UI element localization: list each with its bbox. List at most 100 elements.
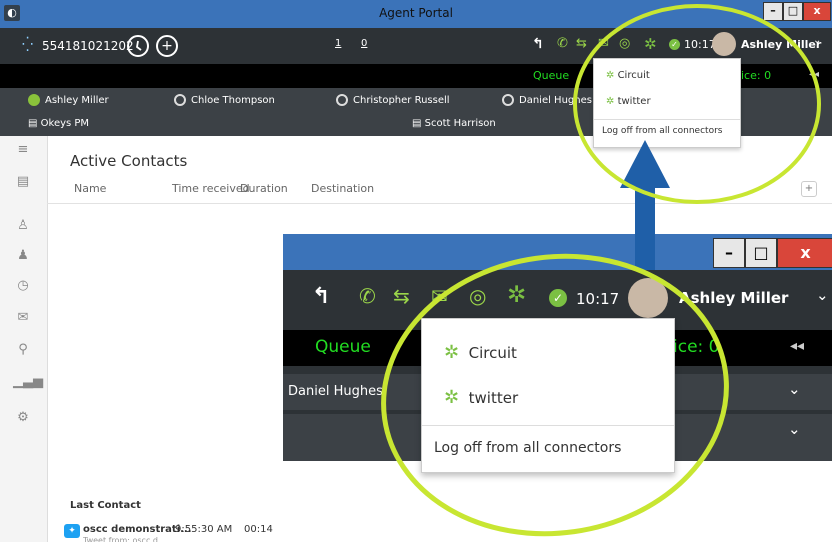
connector-icon: ✲ bbox=[444, 387, 460, 408]
last-contact-duration: 00:14 bbox=[244, 524, 273, 535]
clock-icon[interactable]: ◷ bbox=[13, 278, 33, 298]
contact-card-icon: ▤ bbox=[412, 118, 425, 129]
chat-icon[interactable]: ◎ bbox=[619, 36, 630, 51]
mail-icon[interactable]: ✉ bbox=[13, 310, 33, 330]
agent-ashley-miller[interactable]: Ashley Miller bbox=[28, 94, 109, 106]
avatar[interactable] bbox=[712, 32, 736, 56]
queue-label: Queue bbox=[533, 69, 570, 82]
counter-a: 1 bbox=[335, 38, 342, 49]
callout-arrow bbox=[620, 140, 670, 270]
agent-name: Chloe Thompson bbox=[191, 95, 275, 106]
group-name: Scott Harrison bbox=[424, 118, 496, 129]
connector-icon: ✲ bbox=[444, 342, 460, 363]
status-available-icon bbox=[28, 94, 40, 106]
sidebar: ≡ ▤ ♙ ♟ ◷ ✉ ⚲ ▁▃▅ ⚙ bbox=[0, 136, 48, 542]
stats-icon[interactable]: ▁▃▅ bbox=[13, 374, 43, 394]
zoom-connectors-icon: ✲ bbox=[507, 282, 527, 308]
twitter-icon: ✦ bbox=[64, 524, 80, 538]
add-icon[interactable]: + bbox=[156, 35, 178, 57]
column-time-received[interactable]: Time received bbox=[172, 182, 250, 195]
transfer-icon[interactable]: ⇆ bbox=[576, 36, 587, 51]
call-forward-icon[interactable]: ↰ bbox=[532, 36, 544, 52]
zoom-queue-label: Queue bbox=[315, 337, 371, 357]
group-okeys-pm[interactable]: ▤ Okeys PM bbox=[28, 118, 89, 129]
add-contact-button[interactable]: + bbox=[801, 181, 817, 197]
zoom-mail-icon: ✉ bbox=[431, 284, 448, 308]
zoom-chat-icon: ◎ bbox=[469, 284, 487, 308]
zoom-agent-name: Daniel Hughes bbox=[288, 384, 383, 399]
settings-icon[interactable]: ⚙ bbox=[13, 410, 33, 430]
zoom-rewind-icon: ◂◂ bbox=[790, 338, 805, 354]
zoom-connector-item-circuit: ✲ Circuit bbox=[444, 342, 517, 363]
window-title: Agent Portal bbox=[379, 6, 453, 20]
connector-item-twitter[interactable]: ✲ twitter bbox=[606, 96, 651, 107]
zoom-close-button: x bbox=[777, 238, 832, 268]
zoom-minimize-button: – bbox=[713, 238, 745, 268]
connectors-icon[interactable]: ✲ bbox=[644, 35, 657, 53]
phone-number: 554181021202 bbox=[42, 39, 134, 53]
group-scott-harrison[interactable]: ▤ Scott Harrison bbox=[412, 118, 496, 129]
zoom-voice-counter: ice: 0 bbox=[673, 337, 720, 357]
maximize-button[interactable]: □ bbox=[783, 2, 803, 21]
zoom-call-forward-icon: ↰ bbox=[312, 284, 331, 309]
agent-daniel-hughes[interactable]: Daniel Hughes bbox=[502, 94, 592, 106]
user-name[interactable]: Ashley Miller bbox=[741, 38, 821, 51]
user-icon[interactable]: ♙ bbox=[13, 218, 33, 238]
connector-label: twitter bbox=[468, 389, 519, 407]
contact-card-icon: ▤ bbox=[28, 118, 41, 129]
list-icon[interactable]: ≡ bbox=[13, 142, 33, 162]
connector-label: twitter bbox=[617, 96, 651, 107]
user-chevron-icon[interactable]: ⌄ bbox=[813, 35, 821, 46]
mail-icon[interactable]: ✉ bbox=[598, 36, 609, 51]
zoom-connectors-dropdown: ✲ Circuit ✲ twitter Log off from all con… bbox=[421, 318, 675, 473]
zoom-user-name: Ashley Miller bbox=[679, 289, 789, 307]
group-name: Okeys PM bbox=[40, 118, 90, 129]
search-icon[interactable]: ⚲ bbox=[13, 342, 33, 362]
last-contact-title: Last Contact bbox=[70, 500, 141, 511]
zoom-phone-icon: ✆ bbox=[359, 284, 376, 308]
zoom-avatar bbox=[628, 278, 668, 318]
connector-label: Circuit bbox=[617, 70, 650, 81]
zoom-logoff-all-connectors: Log off from all connectors bbox=[434, 440, 622, 456]
status-ok-icon: ✓ bbox=[669, 39, 680, 50]
agent-chloe-thompson[interactable]: Chloe Thompson bbox=[174, 94, 275, 106]
window-titlebar: ◐ Agent Portal – □ x bbox=[0, 0, 832, 28]
column-duration[interactable]: Duration bbox=[240, 182, 288, 195]
connector-icon: ✲ bbox=[606, 70, 615, 81]
zoom-connector-item-twitter: ✲ twitter bbox=[444, 387, 518, 408]
close-button[interactable]: x bbox=[803, 2, 831, 21]
team-icon[interactable]: ♟ bbox=[13, 248, 33, 268]
last-contact-time: 9:55:30 AM bbox=[175, 524, 233, 535]
zoom-row-chevron-icon: ⌄ bbox=[788, 380, 801, 398]
agent-name: Daniel Hughes bbox=[519, 95, 592, 106]
zoom-menu-divider bbox=[422, 425, 674, 426]
status-offline-icon bbox=[502, 94, 514, 106]
dialpad-icon[interactable] bbox=[127, 35, 149, 57]
agent-christopher-russell[interactable]: Christopher Russell bbox=[336, 94, 450, 106]
zoom-status-ok-icon: ✓ bbox=[549, 289, 567, 307]
phone-icon[interactable]: ✆ bbox=[557, 36, 568, 51]
minimize-button[interactable]: – bbox=[763, 2, 783, 21]
counter-b: 0 bbox=[361, 38, 368, 49]
menu-divider bbox=[594, 119, 740, 120]
agent-name: Christopher Russell bbox=[353, 95, 450, 106]
zoom-transfer-icon: ⇆ bbox=[393, 284, 410, 308]
status-offline-icon bbox=[174, 94, 186, 106]
voice-counter: ice: 0 bbox=[741, 69, 772, 82]
connector-icon: ✲ bbox=[606, 96, 615, 107]
agent-name: Ashley Miller bbox=[45, 95, 109, 106]
connector-item-circuit[interactable]: ✲ Circuit bbox=[606, 70, 650, 81]
column-destination[interactable]: Destination bbox=[311, 182, 374, 195]
toolbar-time: 10:17 bbox=[684, 38, 716, 51]
zoom-maximize-button: □ bbox=[745, 238, 777, 268]
rewind-icon[interactable]: ◂◂ bbox=[809, 69, 819, 80]
zoom-user-chevron-icon: ⌄ bbox=[816, 286, 829, 304]
active-contacts-title: Active Contacts bbox=[70, 152, 188, 170]
zoom-titlebar: – □ x bbox=[283, 234, 832, 270]
column-name[interactable]: Name bbox=[74, 182, 106, 195]
logoff-all-connectors[interactable]: Log off from all connectors bbox=[602, 126, 722, 136]
connectors-dropdown: ✲ Circuit ✲ twitter Log off from all con… bbox=[593, 58, 741, 148]
contacts-icon[interactable]: ▤ bbox=[13, 174, 33, 194]
connector-label: Circuit bbox=[468, 344, 517, 362]
last-contact-sub: Tweet from: oscc d... bbox=[83, 536, 166, 542]
